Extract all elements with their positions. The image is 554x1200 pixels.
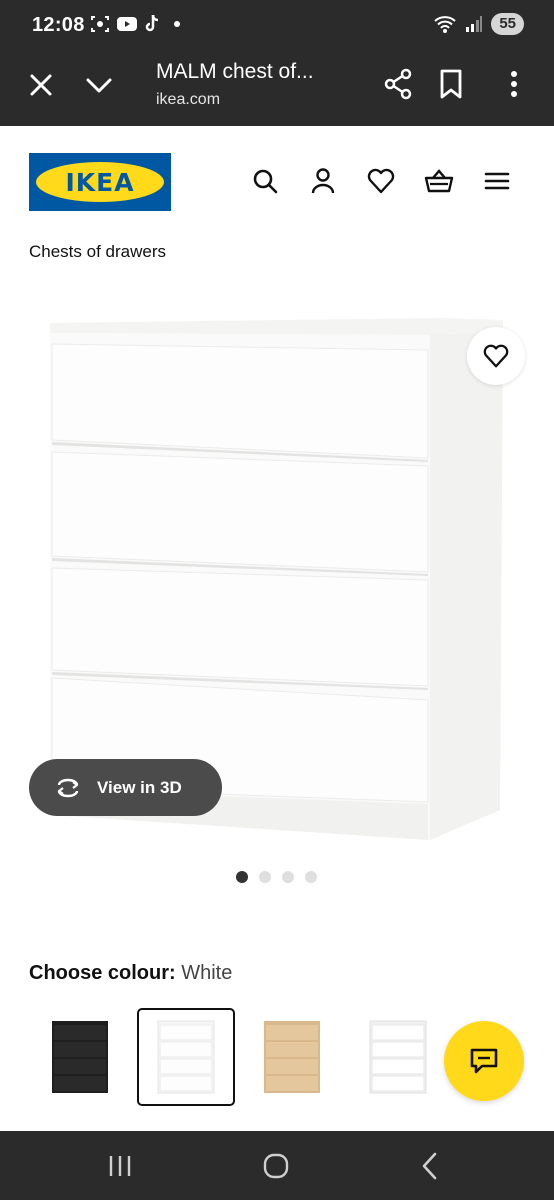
screenshot-icon xyxy=(91,16,109,32)
account-icon[interactable] xyxy=(308,166,338,196)
chest-thumbnail-white xyxy=(157,1020,215,1094)
search-icon[interactable] xyxy=(250,166,280,196)
colour-swatch-high-gloss-white[interactable] xyxy=(349,1008,447,1106)
wifi-icon xyxy=(434,16,456,33)
breadcrumb[interactable]: Chests of drawers xyxy=(29,242,166,262)
battery-indicator: 55 xyxy=(491,13,524,35)
choose-colour-label: Choose colour: xyxy=(29,962,176,984)
more-options-icon[interactable] xyxy=(500,68,528,100)
menu-icon[interactable] xyxy=(482,166,512,196)
choose-colour-heading: Choose colour: White xyxy=(29,962,232,985)
bookmark-icon[interactable] xyxy=(436,68,466,100)
close-icon[interactable] xyxy=(26,70,56,100)
pagination-dot[interactable] xyxy=(305,871,317,883)
pagination-dot[interactable] xyxy=(236,871,248,883)
status-bar: 12:08 55 xyxy=(0,0,554,50)
pagination-dot[interactable] xyxy=(259,871,271,883)
share-icon[interactable] xyxy=(382,68,414,100)
tiktok-icon xyxy=(145,14,159,32)
favourite-button[interactable] xyxy=(467,327,525,385)
selected-colour-value: White xyxy=(181,962,233,984)
home-icon[interactable] xyxy=(259,1149,293,1183)
signal-icon xyxy=(466,16,483,32)
chevron-down-icon[interactable] xyxy=(84,70,114,100)
ikea-logo[interactable]: IKEA xyxy=(29,153,171,211)
chat-icon xyxy=(470,1048,498,1074)
status-more-dot xyxy=(174,21,180,27)
colour-swatch-black-brown[interactable] xyxy=(31,1008,129,1106)
status-notification-icons xyxy=(90,14,180,34)
heart-icon[interactable] xyxy=(366,166,396,196)
image-pagination xyxy=(236,871,317,883)
browser-page-title[interactable]: MALM chest of... xyxy=(156,60,314,84)
system-navigation-bar xyxy=(0,1131,554,1200)
chest-thumbnail-gloss-white xyxy=(369,1020,427,1094)
logo-text: IKEA xyxy=(65,167,135,197)
status-system-icons: 55 xyxy=(433,13,524,35)
chest-thumbnail-oak xyxy=(264,1021,320,1093)
pagination-dot[interactable] xyxy=(282,871,294,883)
chest-thumbnail-black xyxy=(52,1021,108,1093)
colour-swatch-white-stained-oak[interactable] xyxy=(243,1008,341,1106)
rotate-3d-icon xyxy=(57,778,79,797)
browser-url[interactable]: ikea.com xyxy=(156,91,220,109)
back-icon[interactable] xyxy=(414,1149,448,1183)
view-in-3d-button[interactable]: View in 3D xyxy=(29,759,222,816)
logo-oval: IKEA xyxy=(36,162,164,202)
youtube-icon xyxy=(117,17,137,31)
browser-toolbar: MALM chest of... ikea.com xyxy=(0,50,554,126)
view-in-3d-label: View in 3D xyxy=(97,777,182,797)
colour-swatch-white[interactable] xyxy=(137,1008,235,1106)
basket-icon[interactable] xyxy=(424,166,454,196)
chat-button[interactable] xyxy=(444,1021,524,1101)
status-time: 12:08 xyxy=(32,14,85,36)
heart-icon xyxy=(483,344,509,368)
recent-apps-icon[interactable] xyxy=(103,1149,137,1183)
